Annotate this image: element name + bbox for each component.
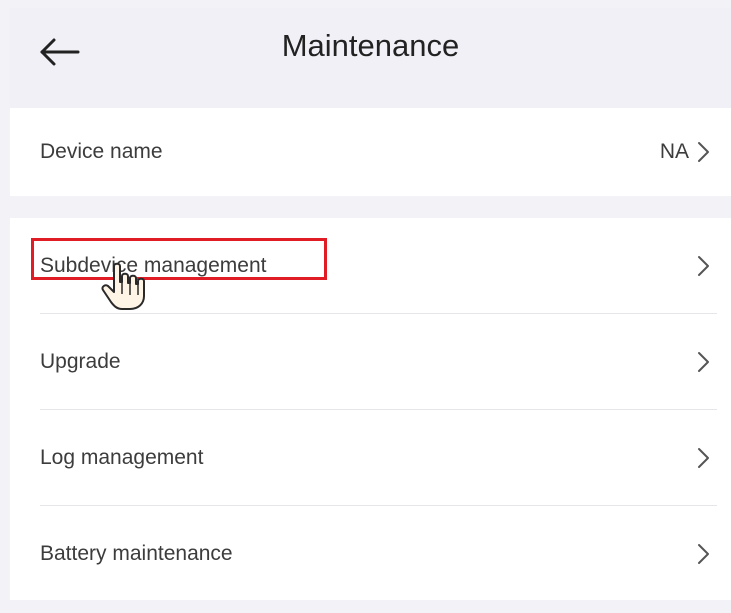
menu-item-subdevice-management[interactable]: Subdevice management	[10, 218, 731, 314]
device-name-row[interactable]: Device name NA	[10, 108, 731, 196]
chevron-right-icon	[698, 352, 709, 372]
header-bar: Maintenance	[10, 8, 731, 108]
menu-item-label: Subdevice management	[40, 254, 267, 277]
menu-item-battery-maintenance[interactable]: Battery maintenance	[10, 506, 731, 602]
device-card: Device name NA	[10, 108, 731, 196]
maintenance-screen: Maintenance Device name NA Subdevice man…	[0, 0, 731, 613]
chevron-right-icon	[698, 142, 709, 162]
menu-item-upgrade[interactable]: Upgrade	[10, 314, 731, 410]
page-title: Maintenance	[281, 28, 460, 63]
device-name-value: NA	[659, 140, 689, 163]
chevron-right-icon	[698, 544, 709, 564]
menu-item-label: Battery maintenance	[40, 542, 233, 565]
menu-item-label: Log management	[40, 446, 204, 469]
arrow-left-icon	[40, 38, 80, 66]
chevron-right-icon	[698, 448, 709, 468]
menu-item-log-management[interactable]: Log management	[10, 410, 731, 506]
maintenance-menu-card: Subdevice management Upgrade Log managem…	[10, 218, 731, 600]
menu-item-label: Upgrade	[40, 350, 121, 373]
device-name-label: Device name	[40, 140, 163, 163]
chevron-right-icon	[698, 256, 709, 276]
back-button[interactable]	[38, 34, 82, 70]
